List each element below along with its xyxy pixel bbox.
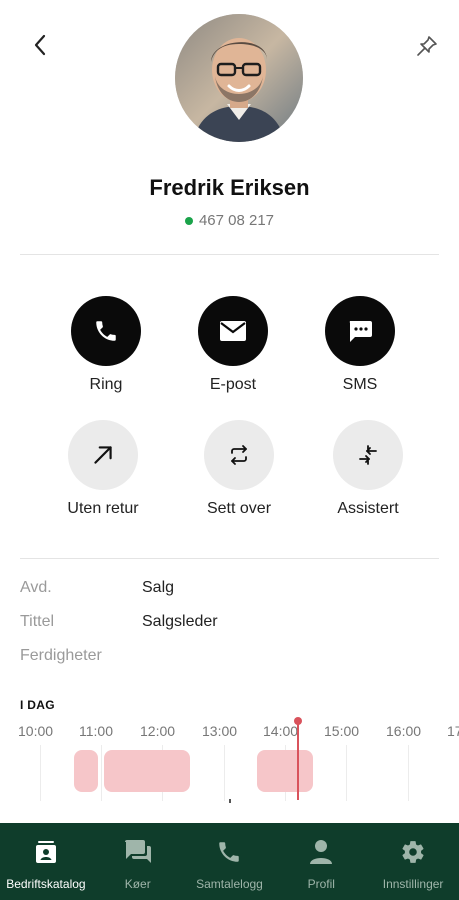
hour-gridline	[40, 745, 41, 801]
nav-label: Samtalelogg	[196, 877, 263, 891]
info-row-title: Tittel Salgsleder	[20, 613, 440, 637]
nav-label: Innstillinger	[382, 877, 444, 891]
hour-gridline	[101, 745, 102, 801]
hour-label: 13:00	[202, 723, 238, 739]
email-label: E-post	[209, 376, 257, 393]
hour-label: 15:00	[324, 723, 360, 739]
arrow-up-right-icon	[94, 446, 112, 464]
chevron-left-icon	[34, 34, 46, 56]
contact-phone-row: 467 08 217	[0, 212, 459, 229]
hour-label: 16:00	[386, 723, 422, 739]
info-value: Salgsleder	[142, 613, 218, 630]
blind-transfer-label: Uten retur	[67, 500, 139, 517]
calendar-event[interactable]	[257, 750, 313, 792]
avatar-photo	[175, 14, 303, 142]
phone-icon	[214, 837, 244, 867]
transfer-button[interactable]: Sett over	[184, 420, 294, 518]
presence-status-dot	[184, 216, 193, 225]
transfer-circle[interactable]	[204, 420, 274, 490]
sms-icon	[349, 321, 372, 342]
hour-label: 11:00	[79, 723, 113, 739]
calendar-event[interactable]	[104, 750, 190, 792]
phone-icon	[96, 321, 116, 341]
assisted-transfer-icon	[359, 445, 377, 465]
divider	[20, 558, 439, 559]
blind-transfer-button[interactable]: Uten retur	[48, 420, 158, 518]
calendar-event[interactable]	[74, 750, 98, 792]
info-key: Tittel	[20, 613, 55, 630]
nav-item-profile[interactable]: Profil	[275, 823, 367, 900]
header	[0, 0, 459, 150]
mail-icon	[220, 321, 246, 341]
email-button[interactable]: E-post	[178, 296, 288, 394]
pin-icon	[417, 36, 437, 56]
hour-label: 14:00	[263, 723, 299, 739]
call-label: Ring	[89, 376, 123, 393]
blind-transfer-circle[interactable]	[68, 420, 138, 490]
current-time-dot	[294, 717, 302, 725]
scroll-indicator	[229, 799, 231, 803]
calendar-day-label: I DAG	[20, 698, 55, 712]
pin-button[interactable]	[415, 34, 439, 58]
directory-icon	[31, 837, 61, 867]
nav-label: Køer	[124, 877, 151, 891]
info-key: Avd.	[20, 579, 52, 596]
hour-gridline	[224, 745, 225, 801]
gear-icon	[398, 837, 428, 867]
call-circle[interactable]	[71, 296, 141, 366]
divider	[20, 254, 439, 255]
contact-name: Fredrik Eriksen	[149, 175, 310, 200]
bottom-navigation: Bedriftskatalog Køer Samtalelogg Profil	[0, 823, 459, 900]
chat-icon	[123, 837, 153, 867]
nav-item-directory[interactable]: Bedriftskatalog	[0, 823, 92, 900]
nav-item-call-log[interactable]: Samtalelogg	[184, 823, 276, 900]
current-time-line	[297, 722, 299, 800]
person-icon	[306, 837, 336, 867]
hour-gridline	[346, 745, 347, 801]
info-value: Salg	[142, 579, 175, 596]
assisted-transfer-circle[interactable]	[333, 420, 403, 490]
transfer-label: Sett over	[206, 500, 272, 517]
sms-label: SMS	[342, 376, 378, 393]
calendar-hours: 10:00 11:00 12:00 13:00 14:00 15:00 16:0…	[0, 723, 459, 743]
email-circle[interactable]	[198, 296, 268, 366]
contact-phone-number[interactable]: 467 08 217	[199, 212, 274, 229]
hour-gridline	[408, 745, 409, 801]
sms-circle[interactable]	[325, 296, 395, 366]
assisted-transfer-label: Assistert	[337, 500, 399, 517]
nav-item-queues[interactable]: Køer	[92, 823, 184, 900]
call-button[interactable]: Ring	[51, 296, 161, 394]
nav-item-settings[interactable]: Innstillinger	[367, 823, 459, 900]
sms-button[interactable]: SMS	[305, 296, 415, 394]
info-row-department: Avd. Salg	[20, 579, 440, 603]
avatar	[175, 14, 303, 142]
assisted-transfer-button[interactable]: Assistert	[313, 420, 423, 518]
hour-label: 17	[447, 723, 459, 739]
info-row-skills: Ferdigheter	[20, 647, 440, 671]
hour-label: 10:00	[18, 723, 54, 739]
back-button[interactable]	[28, 33, 52, 57]
nav-label: Profil	[307, 877, 335, 891]
info-key: Ferdigheter	[20, 647, 102, 664]
nav-label: Bedriftskatalog	[6, 877, 86, 891]
hour-label: 12:00	[140, 723, 176, 739]
swap-icon	[231, 445, 247, 465]
calendar-timeline[interactable]	[0, 745, 459, 801]
